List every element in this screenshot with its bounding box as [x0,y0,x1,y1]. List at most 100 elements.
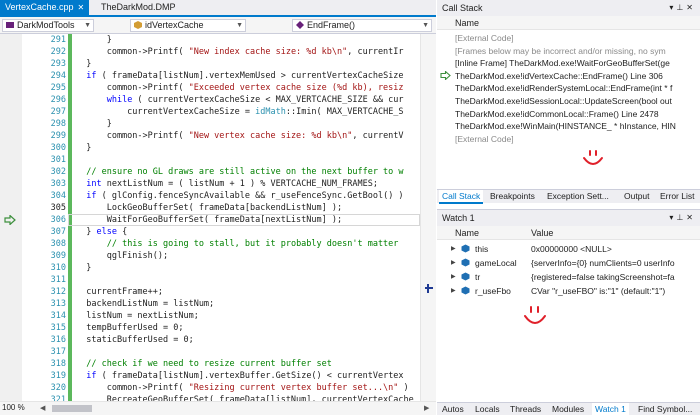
code-editor[interactable]: VertexCache.cpp ✕ TheDarkMod.DMP DarkModT… [0,0,436,415]
code-line: currentFrame++; [76,287,163,297]
line-number: 296 [50,95,66,105]
code-line: if ( glConfig.fenceSyncAvailable && r_us… [86,191,404,201]
expand-icon[interactable]: ▶ [451,257,456,269]
line-number: 294 [50,71,66,81]
call-stack-row[interactable]: TheDarkMod.exe!idCommonLocal::Frame() Li… [437,108,692,120]
tab-label: TheDarkMod.DMP [101,2,176,12]
line-number: 297 [50,107,66,117]
project-dropdown-value: DarkModTools [17,20,75,30]
line-number: 318 [50,359,66,369]
line-number: 316 [50,335,66,345]
tab-error-list[interactable]: Error List [657,190,697,204]
code-line: } [76,263,92,273]
watch-title-bar: Watch 1 ▾⊥✕ [437,210,700,226]
line-number: 315 [50,323,66,333]
code-line: int nextListNum = ( listNum + 1 ) % VERT… [86,179,378,189]
tab-call-stack[interactable]: Call Stack [439,190,484,204]
scope-dropdown[interactable]: idVertexCache ▼ [130,19,246,32]
column-name-header[interactable]: Name [455,226,479,240]
close-icon[interactable]: ✕ [686,213,696,222]
line-number: 319 [50,371,66,381]
expand-icon[interactable]: ▶ [451,271,456,283]
variable-icon [461,244,470,253]
call-stack-title-bar: Call Stack ▾⊥✕ [437,0,700,16]
tab-exception-settings[interactable]: Exception Sett... [544,190,612,204]
code-line: listNum = nextListNum; [76,311,199,321]
pin-icon[interactable]: ⊥ [676,213,686,222]
horizontal-scrollbar[interactable]: 100 % ◀ ▶ [0,401,436,415]
watch-column-header: Name Value [437,226,700,240]
close-icon[interactable]: ✕ [78,3,85,12]
column-value-header[interactable]: Value [531,226,553,240]
code-line: } [76,35,112,45]
class-icon [134,21,142,29]
call-stack-row[interactable]: TheDarkMod.exe!idSessionLocal::UpdateScr… [437,95,692,107]
watch-variable-value: {serverInfo={0} numClients=0 userInfo [531,258,675,268]
member-dropdown[interactable]: EndFrame() ▼ [292,19,432,32]
call-stack-row[interactable]: [Inline Frame] TheDarkMod.exe!WaitForGeo… [437,57,692,69]
code-line: } [76,119,112,129]
call-stack-row[interactable]: TheDarkMod.exe!WinMain(HINSTANCE_ * hIns… [437,120,692,132]
tab-locals[interactable]: Locals [472,403,503,415]
smiley-doodle [583,150,603,165]
tab-threads[interactable]: Threads [507,403,544,415]
line-number: 293 [50,59,66,69]
code-line: common->Printf( "Exceeded vertex cache s… [76,83,404,93]
tab-watch-1[interactable]: Watch 1 [592,403,629,415]
scroll-right-icon[interactable]: ▶ [424,404,434,413]
current-statement-arrow-icon [4,215,16,225]
watch-variable-value: CVar "r_useFBO" is:"1" (default:"1") [531,286,666,296]
scroll-left-icon[interactable]: ◀ [40,404,50,413]
watch-variable-name: tr [475,272,481,282]
code-line: if ( frameData[listNum].vertexMemUsed > … [86,71,404,81]
editor-tab-strip: VertexCache.cpp ✕ TheDarkMod.DMP [0,0,436,17]
column-name-header[interactable]: Name [455,16,479,30]
expand-icon[interactable]: ▶ [451,285,456,297]
expand-icon[interactable]: ▶ [451,243,456,255]
line-number: 291 [50,35,66,45]
tab-autos[interactable]: Autos [439,403,467,415]
code-line: if ( frameData[listNum].vertexBuffer.Get… [86,371,404,381]
tab-breakpoints[interactable]: Breakpoints [487,190,538,204]
call-stack-row[interactable]: [External Code] [437,133,692,145]
watch-row[interactable]: ▶ r_useFbo CVar "r_useFBO" is:"1" (default… [437,285,700,297]
call-stack-row[interactable]: [External Code] [437,32,692,44]
call-stack-title: Call Stack [442,3,483,13]
code-line: // ensure no GL draws are still active o… [86,167,404,177]
call-stack-frame-text: [Frames below may be incorrect and/or mi… [455,45,666,56]
horizontal-scroll-thumb[interactable] [52,405,92,412]
call-stack-row[interactable]: TheDarkMod.exe!idRenderSystemLocal::EndF… [437,82,692,94]
call-stack-frame-text: TheDarkMod.exe!idRenderSystemLocal::EndF… [455,83,673,94]
tab-output[interactable]: Output [621,190,653,204]
call-stack-frame-text: [External Code] [455,33,514,43]
tab-modules[interactable]: Modules [549,403,587,415]
close-icon[interactable]: ✕ [686,3,696,12]
call-stack-row[interactable]: TheDarkMod.exe!idVertexCache::EndFrame()… [437,70,692,82]
tab-thedarkmod-dmp[interactable]: TheDarkMod.DMP [96,0,181,15]
line-number: 304 [50,191,66,201]
code-line: staticBufferUsed = 0; [76,335,194,345]
project-dropdown[interactable]: DarkModTools ▼ [2,19,94,32]
line-number: 292 [50,47,66,57]
watch-row[interactable]: ▶ gameLocal {serverInfo={0} numClients=0 u… [437,257,700,269]
code-line: // check if we need to resize current bu… [86,359,332,369]
code-line: qglFinish(); [76,251,169,261]
line-number: 306 [50,215,66,225]
code-line: } [76,59,92,69]
watch-row[interactable]: ▶ this 0x00000000 <NULL> [437,243,700,255]
vertical-scrollbar[interactable] [420,34,436,401]
call-stack-row[interactable]: [Frames below may be incorrect and/or mi… [437,45,692,57]
code-area[interactable]: } common->Printf( "New index cache size:… [76,34,420,401]
zoom-level[interactable]: 100 % [2,403,25,412]
glyph-margin[interactable] [0,34,22,401]
tab-vertexcache-cpp[interactable]: VertexCache.cpp ✕ [0,0,90,15]
variable-icon [461,286,470,295]
pin-icon[interactable]: ⊥ [676,3,686,12]
scroll-caret-marker [427,284,429,293]
code-line: common->Printf( "New vertex cache size: … [76,131,404,141]
line-number: 313 [50,299,66,309]
tab-find-symbol[interactable]: Find Symbol... [635,403,695,415]
watch-row[interactable]: ▶ tr {registered=false takingScreenshot=fa [437,271,700,283]
call-stack-column-header[interactable]: Name [437,16,700,30]
